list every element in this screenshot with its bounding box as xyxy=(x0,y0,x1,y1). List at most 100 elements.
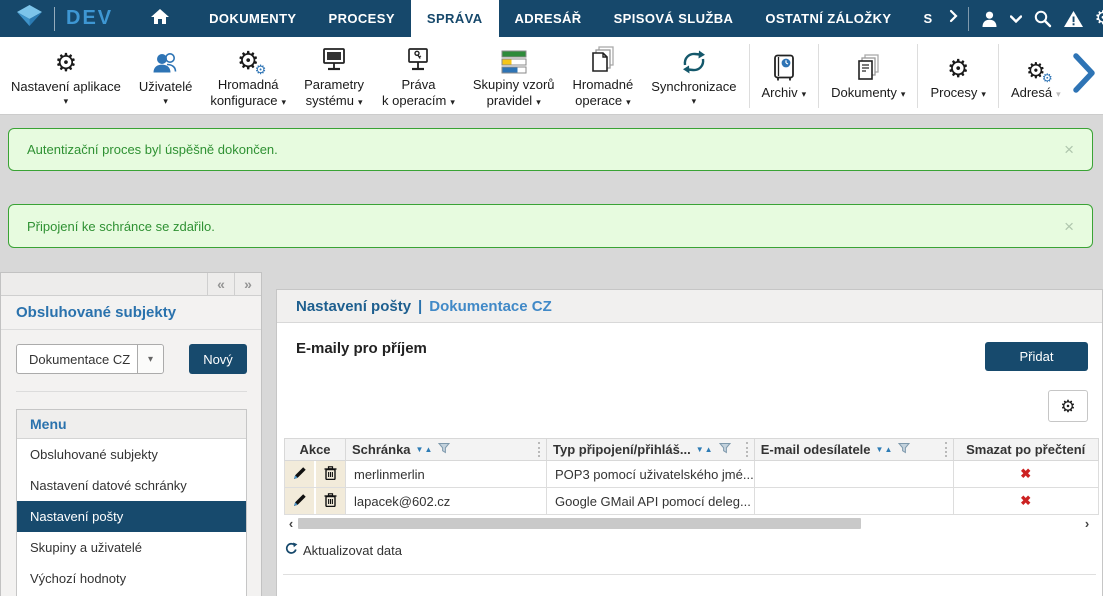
table-settings-button[interactable]: ⚙ xyxy=(1048,390,1088,422)
menu-item-nastaveni-posty[interactable]: Nastavení pošty xyxy=(17,501,246,532)
refresh-label: Aktualizovat data xyxy=(303,543,402,558)
chevron-down-icon: ▾ xyxy=(137,345,163,373)
horizontal-scrollbar[interactable]: ‹ › xyxy=(284,517,1094,530)
refresh-data-link[interactable]: Aktualizovat data xyxy=(285,542,402,558)
toolbar-item-label: Synchronizace xyxy=(651,79,736,95)
tab-procesy[interactable]: PROCESY xyxy=(313,0,411,37)
toolbar-item-procesy[interactable]: ⚙ Procesy▾ xyxy=(921,50,995,102)
breadcrumb-subject: Dokumentace CZ xyxy=(429,298,552,315)
table-row: merlinmerlin POP3 pomocí uživatelského j… xyxy=(285,461,1099,488)
column-header-smazat-po-precteni: Smazat po přečtení xyxy=(953,439,1098,461)
toolbar-item-nastaveni-aplikace[interactable]: ⚙ Nastavení aplikace ▾ xyxy=(2,44,130,107)
column-resize-handle[interactable] xyxy=(945,442,947,457)
sort-icons[interactable]: ▼▲ xyxy=(696,445,714,454)
toolbar-item-adresar-truncated[interactable]: ⚙⚙ Adresá▾ xyxy=(1002,50,1070,102)
toolbar-overflow-next-button[interactable] xyxy=(1071,52,1101,99)
warning-icon[interactable] xyxy=(1063,10,1084,28)
pencil-icon xyxy=(293,493,307,510)
scrollbar-track[interactable] xyxy=(298,517,1080,530)
menu-item-vychozi-hodnoty[interactable]: Výchozí hodnoty xyxy=(17,563,246,594)
column-header-typ-pripojeni[interactable]: Typ připojení/přihláš... ▼▲ xyxy=(547,439,755,461)
page-title: E-maily pro příjem xyxy=(296,340,427,357)
menu-item-obsluhovane-subjekty[interactable]: Obsluhované subjekty xyxy=(17,439,246,470)
column-header-schranka[interactable]: Schránka ▼▲ xyxy=(346,439,547,461)
success-alert: Připojení ke schránce se zdařilo. × xyxy=(8,204,1093,248)
new-subject-button[interactable]: Nový xyxy=(189,344,247,374)
menu-item-nastaveni-datove-schranky[interactable]: Nastavení datové schránky xyxy=(17,470,246,501)
rule-groups-icon xyxy=(501,42,527,74)
toolbar-item-hromadna-konfigurace[interactable]: ⚙⚙ Hromadná konfigurace▾ xyxy=(201,42,295,110)
sort-icons[interactable]: ▼▲ xyxy=(416,445,434,454)
tab-sprava[interactable]: SPRÁVA xyxy=(411,0,499,37)
chevron-right-icon xyxy=(1071,52,1097,99)
sync-icon xyxy=(680,44,708,76)
toolbar-item-uzivatele[interactable]: Uživatelé ▾ xyxy=(130,44,201,107)
edit-button[interactable] xyxy=(285,488,314,514)
subject-select[interactable]: Dokumentace CZ ▾ xyxy=(16,344,164,374)
breadcrumb-section: Nastavení pošty xyxy=(296,298,411,315)
filter-icon[interactable] xyxy=(438,442,450,457)
main-body: E-maily pro příjem Přidat ⚙ Akce Schránk… xyxy=(277,323,1102,596)
tab-adresar[interactable]: ADRESÁŘ xyxy=(499,0,598,37)
nav-divider xyxy=(968,7,969,31)
settings-gear-icon[interactable]: ⚙ xyxy=(1095,9,1103,28)
application-window: DEV DOKUMENTY PROCESY SPRÁVA ADRESÁŘ SPI… xyxy=(0,0,1103,596)
user-account-button[interactable] xyxy=(980,10,999,28)
toolbar-item-skupiny-vzoru-pravidel[interactable]: Skupiny vzorů pravidel▾ xyxy=(464,42,564,110)
table-row: lapacek@602.cz Google GMail API pomocí d… xyxy=(285,488,1099,515)
column-label: Schránka xyxy=(352,442,411,457)
scroll-right-icon[interactable]: › xyxy=(1080,518,1094,530)
filter-icon[interactable] xyxy=(898,442,910,457)
toolbar-divider xyxy=(749,44,750,108)
edit-button[interactable] xyxy=(285,461,314,487)
tab-truncated[interactable]: S xyxy=(907,0,938,37)
document-lines-icon xyxy=(854,50,882,82)
toolbar-item-label: Uživatelé xyxy=(139,79,192,95)
delete-button[interactable] xyxy=(316,488,345,514)
toolbar-item-label: pravidel xyxy=(487,93,533,108)
home-button[interactable] xyxy=(127,0,193,37)
column-resize-handle[interactable] xyxy=(538,442,540,457)
app-logo[interactable]: DEV xyxy=(0,0,127,37)
tab-spisova-sluzba[interactable]: SPISOVÁ SLUŽBA xyxy=(598,0,750,37)
toolbar-item-label: Skupiny vzorů xyxy=(473,77,555,93)
scrollbar-thumb[interactable] xyxy=(298,518,861,529)
delete-button[interactable] xyxy=(316,461,345,487)
sidebar-heading: Obsluhované subjekty xyxy=(1,296,261,330)
menu-item-skupiny-a-uzivatele[interactable]: Skupiny a uživatelé xyxy=(17,532,246,563)
toolbar-item-label: Dokumenty xyxy=(831,85,897,100)
toolbar-item-label: Nastavení aplikace xyxy=(11,79,121,95)
close-icon[interactable]: × xyxy=(1064,141,1074,158)
toolbar-divider xyxy=(917,44,918,108)
toolbar-divider xyxy=(998,44,999,108)
tab-dokumenty[interactable]: DOKUMENTY xyxy=(193,0,312,37)
tab-ostatni-zalozky[interactable]: OSTATNÍ ZÁLOŽKY xyxy=(749,0,907,37)
toolbar-item-label: Archiv xyxy=(762,85,798,100)
scroll-left-icon[interactable]: ‹ xyxy=(284,518,298,530)
chevron-down-icon: ▾ xyxy=(536,97,541,107)
column-header-email-odesilatele[interactable]: E-mail odesílatele ▼▲ xyxy=(754,439,953,461)
toolbar-item-archiv[interactable]: Archiv▾ xyxy=(753,50,816,102)
nav-overflow-button[interactable] xyxy=(939,0,968,37)
users-icon xyxy=(151,44,181,76)
close-icon[interactable]: × xyxy=(1064,218,1074,235)
sort-icons[interactable]: ▼▲ xyxy=(876,445,894,454)
gear-icon: ⚙ xyxy=(1060,398,1075,415)
add-email-button[interactable]: Přidat xyxy=(985,342,1088,371)
user-menu-chevron-down-icon[interactable] xyxy=(1010,15,1022,23)
filter-icon[interactable] xyxy=(719,442,731,457)
toolbar-item-synchronizace[interactable]: Synchronizace ▾ xyxy=(642,44,745,107)
toolbar-item-parametry-systemu[interactable]: Parametry systému▾ xyxy=(295,42,373,110)
toolbar-item-hromadne-operace[interactable]: Hromadné operace▾ xyxy=(564,42,643,110)
search-icon[interactable] xyxy=(1033,9,1052,28)
chevron-down-icon: ▾ xyxy=(981,89,986,99)
sidebar-divider xyxy=(16,391,247,392)
toolbar-item-dokumenty[interactable]: Dokumenty▾ xyxy=(822,50,914,102)
collapse-left-icon[interactable]: « xyxy=(207,273,234,295)
collapse-right-icon[interactable]: » xyxy=(234,273,261,295)
connection-type-cell: Google GMail API pomocí deleg... xyxy=(547,488,755,515)
chevron-down-icon: ▾ xyxy=(358,97,363,107)
column-resize-handle[interactable] xyxy=(746,442,748,457)
toolbar-item-prava-k-operacim[interactable]: Práva k operacím▾ xyxy=(373,42,464,110)
diamond-logo-icon xyxy=(16,5,43,32)
